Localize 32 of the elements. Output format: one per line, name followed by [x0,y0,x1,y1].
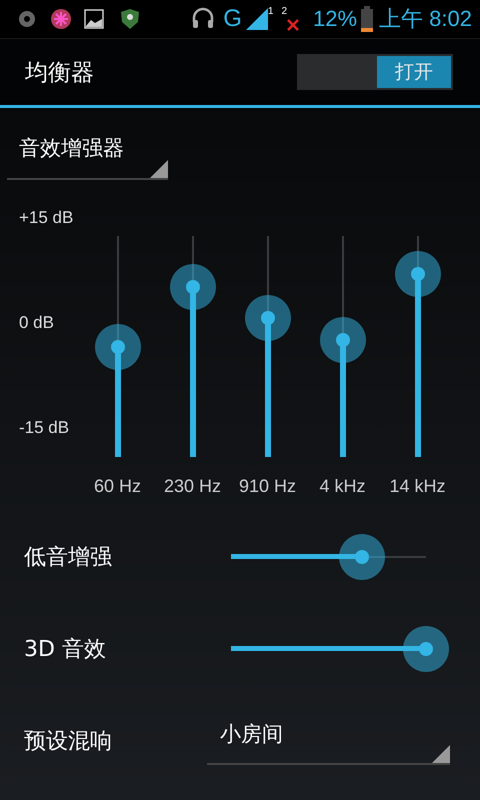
clock: 上午 8:02 [379,8,472,30]
sim-number: 2 [281,6,288,17]
dropdown-arrow-icon [150,160,168,178]
scale-label: +15 dB [19,208,74,228]
frequency-label: 910 Hz [238,476,298,497]
signal-icon [246,8,268,30]
setting-label: 3D 音效 [24,636,107,664]
no-signal-icon [287,19,300,31]
battery-percent: 12% [313,8,358,30]
headset-icon [191,7,216,31]
image-icon [84,9,104,29]
setting-label: 低音增强 [24,544,113,572]
frequency-label: 60 Hz [92,476,142,497]
network-type: G [223,7,242,31]
asterisk-icon [50,8,72,30]
frequency-label: 4 kHz [318,476,366,497]
slider-thumb[interactable] [94,324,140,370]
setting-label: 预设混响 [24,728,113,756]
dropdown-arrow-icon [432,745,450,763]
preset-dropdown[interactable]: 音效增强器 [7,132,168,180]
slider-thumb[interactable] [338,534,385,580]
scale-label: 0 dB [19,313,55,333]
shield-icon [120,8,140,30]
frequency-label: 230 Hz [162,476,222,497]
disc-icon [18,10,36,28]
reverb-dropdown[interactable]: 小房间 [207,717,450,765]
screen-title: 均衡器 [25,58,94,88]
battery-icon [361,6,374,32]
frequency-label: 14 kHz [388,476,447,497]
scale-label: -15 dB [19,418,70,438]
slider-thumb[interactable] [403,626,449,672]
sim-number: 1 [268,6,274,17]
